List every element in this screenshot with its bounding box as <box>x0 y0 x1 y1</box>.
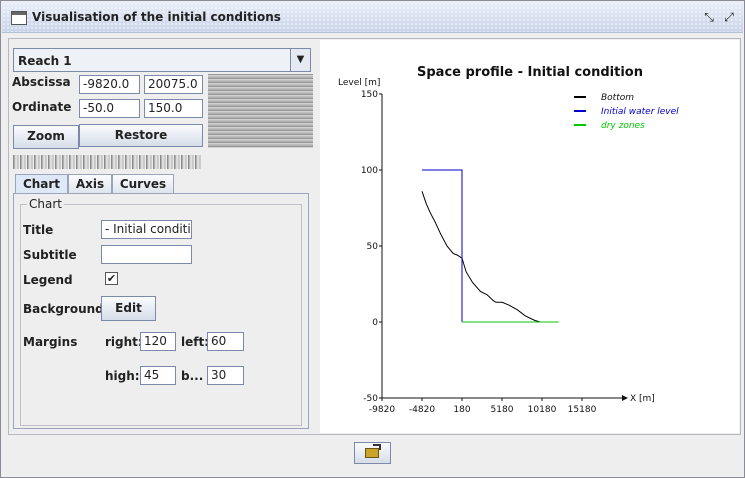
x-tick-label: 180 <box>453 405 470 415</box>
x-tick-label: 5180 <box>491 405 514 415</box>
ordinate-max-input[interactable]: 150.0 <box>144 99 203 118</box>
maximize-icon[interactable]: ⤢ <box>723 11 735 23</box>
reach-select[interactable]: Reach 1 ▼ <box>13 48 311 72</box>
x-tick-label: -9820 <box>369 405 395 415</box>
pattern-decoration <box>208 74 313 148</box>
margin-right-label: right: <box>105 335 143 349</box>
y-tick-label: 0 <box>372 318 378 328</box>
x-axis-label: X [m] <box>630 394 655 404</box>
title-label: Title <box>23 223 54 237</box>
main-window: Visualisation of the initial conditions … <box>0 0 745 478</box>
margin-bottom-input[interactable]: 30 <box>207 366 244 385</box>
x-tick-label: -4820 <box>409 405 435 415</box>
margin-high-label: high: <box>105 369 140 383</box>
series-line-1 <box>421 191 541 323</box>
folder-icon <box>365 444 381 458</box>
ordinate-min-input[interactable]: -50.0 <box>79 99 140 118</box>
legend-entry: Bottom <box>601 93 634 103</box>
chart-panel: Space profile - Initial condition 150 100… <box>320 40 739 433</box>
ordinate-label: Ordinate <box>12 100 72 114</box>
chevron-down-icon[interactable]: ▼ <box>290 49 310 71</box>
background-edit-button[interactable]: Edit <box>101 296 156 321</box>
legend-label: Legend <box>23 273 73 287</box>
reach-select-value: Reach 1 <box>18 54 72 68</box>
minimize-icon[interactable]: ⤡ <box>703 11 715 23</box>
title-input[interactable]: - Initial condition <box>101 220 192 239</box>
background-label: Background <box>23 302 104 316</box>
main-content: Reach 1 ▼ Abscissa -9820.0 20075.0 Ordin… <box>8 38 741 435</box>
margin-bottom-label: b... <box>181 369 204 383</box>
zoom-button[interactable]: Zoom <box>13 125 79 149</box>
x-tick-label: 15180 <box>568 405 597 415</box>
margin-right-input[interactable]: 120 <box>140 332 176 351</box>
margin-left-label: left: <box>181 335 210 349</box>
series-line-2 <box>422 169 463 322</box>
y-axis-label: Level [m] <box>338 78 380 88</box>
y-tick-label: 50 <box>367 242 379 252</box>
chart-group-title: Chart <box>27 197 64 211</box>
window-title: Visualisation of the initial conditions <box>32 10 281 24</box>
x-axis-arrow <box>622 395 628 401</box>
control-panel: Reach 1 ▼ Abscissa -9820.0 20075.0 Ordin… <box>10 40 318 433</box>
margin-high-input[interactable]: 45 <box>140 366 176 385</box>
subtitle-label: Subtitle <box>23 248 77 262</box>
window-icon <box>11 11 27 25</box>
tab-axis[interactable]: Axis <box>68 174 112 194</box>
subtitle-input[interactable] <box>101 245 192 264</box>
chart-settings-group: Chart Title - Initial condition Subtitle… <box>20 197 302 426</box>
margins-label: Margins <box>23 335 78 349</box>
legend-entry: dry zones <box>601 121 645 131</box>
abscissa-min-input[interactable]: -9820.0 <box>79 75 140 94</box>
gradient-bar-decoration <box>13 155 202 169</box>
y-tick-label: 100 <box>361 166 378 176</box>
legend-checkbox[interactable]: ✔ <box>105 272 118 285</box>
title-bar: Visualisation of the initial conditions … <box>2 2 743 33</box>
abscissa-label: Abscissa <box>12 75 71 89</box>
x-tick-label: 10180 <box>528 405 557 415</box>
margin-left-input[interactable]: 60 <box>207 332 244 351</box>
y-tick-label: -50 <box>363 394 378 404</box>
tab-chart[interactable]: Chart <box>15 174 68 194</box>
legend-entry: Initial water level <box>601 107 679 117</box>
tab-curves[interactable]: Curves <box>112 174 174 194</box>
chart-tab-panel: Chart Title - Initial condition Subtitle… <box>13 193 309 429</box>
abscissa-max-input[interactable]: 20075.0 <box>144 75 203 94</box>
export-button[interactable] <box>354 442 391 464</box>
profile-chart: 150 100 50 0 -50-9820 -4820 180 5180 10180 15180 L… <box>338 78 679 415</box>
restore-button[interactable]: Restore <box>79 124 203 147</box>
y-tick-label: 150 <box>361 90 378 100</box>
